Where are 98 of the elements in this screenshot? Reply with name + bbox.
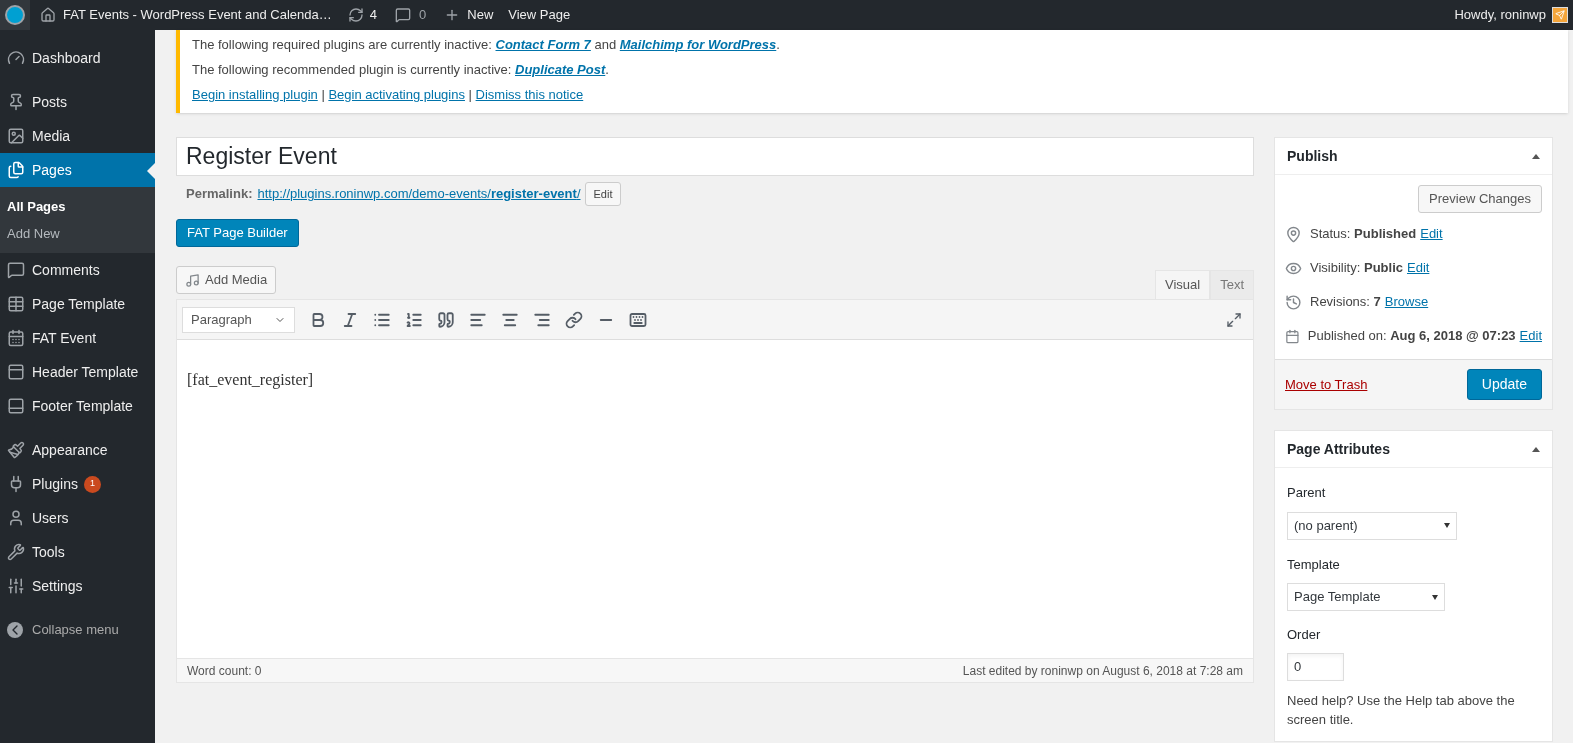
- sidebar-item[interactable]: Dashboard: [0, 41, 155, 75]
- collapse-arrow-icon[interactable]: [1532, 153, 1540, 159]
- collapse-icon: [7, 622, 23, 638]
- new-link[interactable]: New: [467, 5, 494, 25]
- plugin-link[interactable]: Duplicate Post: [515, 59, 606, 80]
- notice-text: |: [467, 85, 473, 104]
- comments-icon[interactable]: [395, 7, 412, 23]
- home-icon[interactable]: [40, 7, 56, 23]
- sliders-icon: [7, 577, 25, 595]
- plugin-link[interactable]: Contact Form 7: [495, 34, 591, 55]
- comments-count: 0: [419, 6, 427, 25]
- permalink-edit-button[interactable]: Edit: [584, 182, 622, 206]
- submenu-item[interactable]: All Pages: [0, 193, 155, 220]
- format-select[interactable]: Paragraph: [182, 306, 295, 333]
- panel-icon: [7, 363, 25, 381]
- history-icon: [1285, 293, 1302, 311]
- sidebar-item[interactable]: Page Template: [0, 287, 155, 321]
- notice-text: The following recommended plugin is currently inactive:: [192, 60, 513, 79]
- pin-icon: [1285, 225, 1302, 243]
- sidebar-item[interactable]: Users: [0, 501, 155, 535]
- box-title: Page Attributes: [1287, 439, 1390, 459]
- wrench-icon: [7, 543, 25, 561]
- sidebar-item[interactable]: Media: [0, 119, 155, 153]
- box-title: Publish: [1287, 146, 1338, 166]
- edit-link[interactable]: Edit: [1407, 258, 1430, 278]
- pages-icon: [7, 161, 25, 179]
- sidebar-item[interactable]: Comments: [0, 253, 155, 287]
- field-label: Parent: [1287, 484, 1326, 502]
- updates-count[interactable]: 4: [369, 5, 378, 25]
- word-count: Word count: 0: [187, 662, 262, 680]
- sidebar-item[interactable]: Pages: [0, 153, 155, 187]
- count-badge: 1: [83, 475, 101, 493]
- field-label: Template: [1287, 555, 1340, 574]
- calendar-icon: [1285, 327, 1300, 345]
- permalink-link[interactable]: http://plugins.roninwp.com/demo-events/register-event/: [257, 184, 581, 204]
- notice-text: .: [605, 60, 609, 79]
- dropdown-arrow-icon: [1432, 594, 1438, 600]
- current-pointer-icon: [147, 163, 155, 179]
- permalink-label: Permalink:: [186, 185, 253, 204]
- collapse-arrow-icon[interactable]: [1532, 446, 1540, 452]
- add-media-button[interactable]: Add Media: [176, 266, 277, 294]
- sidebar-item[interactable]: Posts: [0, 85, 155, 119]
- sidebar-item[interactable]: Plugins 1: [0, 467, 155, 501]
- table-icon: [7, 295, 25, 313]
- dashboard-icon: [7, 49, 25, 67]
- notice-text: .: [776, 35, 780, 54]
- edit-link[interactable]: Edit: [1519, 326, 1542, 346]
- edit-link[interactable]: Browse: [1384, 292, 1429, 312]
- notice-text: |: [320, 85, 326, 104]
- numbered-list-icon[interactable]: [405, 310, 423, 329]
- edit-link[interactable]: Edit: [1420, 224, 1443, 244]
- editor-content[interactable]: [fat_event_register]: [187, 371, 314, 388]
- update-button[interactable]: Update: [1466, 369, 1542, 400]
- publish-info: Visibility: Public: [1310, 259, 1403, 278]
- panel-icon: [7, 397, 25, 415]
- collapse-menu-button[interactable]: Collapse menu: [0, 613, 155, 647]
- link-icon[interactable]: [565, 310, 583, 329]
- sidebar-item[interactable]: FAT Event: [0, 321, 155, 355]
- speech-bubble-icon: [7, 261, 25, 279]
- pin-icon: [7, 93, 25, 111]
- title-input[interactable]: Register Event: [176, 137, 1254, 176]
- italic-icon[interactable]: [341, 310, 359, 329]
- trash-link[interactable]: Move to Trash: [1285, 374, 1368, 395]
- sidebar-item[interactable]: Appearance: [0, 433, 155, 467]
- calendar-icon: [7, 329, 25, 347]
- sidebar-item[interactable]: Footer Template: [0, 389, 155, 423]
- user-icon: [7, 509, 25, 527]
- editor-tab[interactable]: Text: [1210, 270, 1254, 299]
- notice-action-link[interactable]: Begin activating plugins: [328, 84, 465, 105]
- parent-select[interactable]: (no parent): [1287, 511, 1457, 540]
- site-title-link[interactable]: FAT Events - WordPress Event and Calenda…: [63, 5, 332, 25]
- sidebar-item[interactable]: Tools: [0, 535, 155, 569]
- notice-text: The following required plugins are currently inactive:: [192, 35, 493, 54]
- keyboard-icon[interactable]: [629, 310, 647, 329]
- notice-action-link[interactable]: Dismiss this notice: [475, 84, 584, 105]
- last-edited-text: Last edited by roninwp on August 6, 2018 at 7:28 am: [962, 662, 1243, 680]
- greeting-link[interactable]: Howdy, roninwp: [1454, 5, 1546, 25]
- notice-text: and: [593, 35, 618, 54]
- fullscreen-icon[interactable]: [1226, 311, 1242, 328]
- publish-info: Published on: Aug 6, 2018 @ 07:23: [1307, 327, 1516, 346]
- preview-button[interactable]: Preview Changes: [1418, 185, 1542, 213]
- help-text: Need help? Use the Help tab above the screen title.: [1287, 691, 1516, 729]
- publish-info: Status: Published: [1310, 225, 1417, 244]
- dropdown-arrow-icon: [1444, 523, 1450, 528]
- page-builder-button[interactable]: FAT Page Builder: [176, 219, 299, 247]
- submenu-item[interactable]: Add New: [0, 220, 155, 247]
- brush-icon: [7, 441, 25, 459]
- template-select[interactable]: Page Template: [1287, 583, 1445, 611]
- field-label: Order: [1287, 626, 1321, 644]
- sidebar-item[interactable]: Settings: [0, 569, 155, 603]
- order-input[interactable]: 0: [1287, 652, 1344, 681]
- quote-icon[interactable]: [437, 310, 455, 329]
- view-page-link[interactable]: View Page: [508, 5, 571, 25]
- sidebar-item[interactable]: Header Template: [0, 355, 155, 389]
- publish-info: Revisions: 7: [1310, 293, 1381, 312]
- notice-action-link[interactable]: Begin installing plugin: [192, 84, 318, 105]
- editor-tab[interactable]: Visual: [1154, 270, 1211, 299]
- updates-icon[interactable]: [347, 7, 364, 23]
